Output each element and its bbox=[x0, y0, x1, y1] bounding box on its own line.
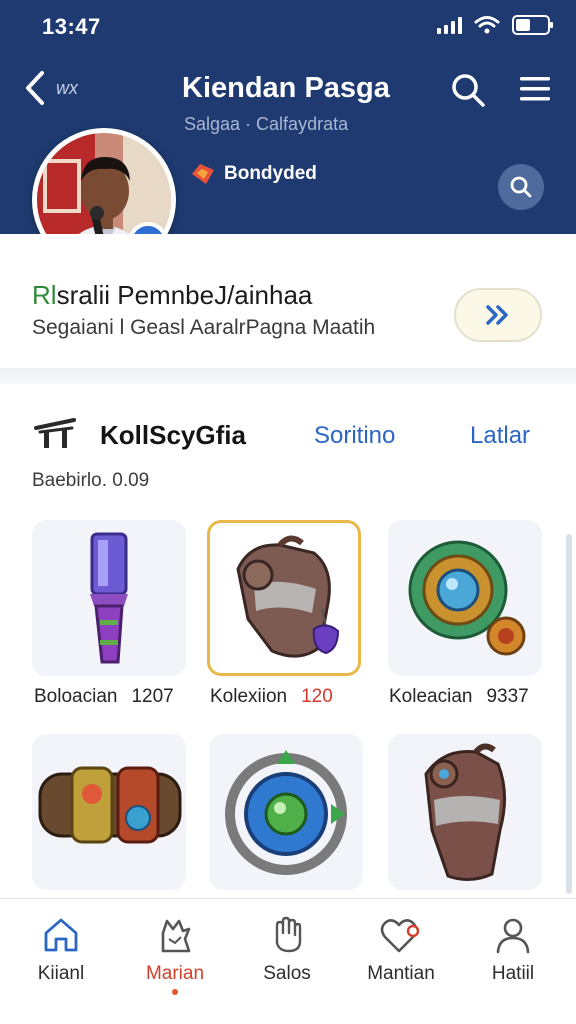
status-bar: 13:47 bbox=[0, 0, 576, 50]
item-name: Kolexiion bbox=[210, 686, 288, 707]
nav-label: Kiianl bbox=[37, 963, 85, 984]
brand-logo-icon bbox=[192, 164, 214, 184]
item-card-orb-ring[interactable] bbox=[209, 734, 363, 890]
scrollbar[interactable] bbox=[566, 534, 572, 894]
back-label: wx bbox=[56, 77, 78, 98]
nav-item-salos[interactable]: Salos bbox=[232, 915, 342, 985]
wifi-icon bbox=[474, 16, 500, 34]
double-chevron-right-icon bbox=[486, 305, 508, 325]
bottom-nav: Kiianl Marian Salos Mantian Hatiil bbox=[0, 898, 576, 1024]
section-divider bbox=[0, 368, 576, 384]
profile-name-rest: sralii PemnbeJ/ainhaa bbox=[56, 280, 313, 310]
status-time: 13:47 bbox=[42, 14, 101, 39]
profile-name-initial: Rl bbox=[32, 280, 57, 310]
profile-info: Rlsralii PemnbeJ/ainhaa Segaiani l Geasl… bbox=[0, 234, 576, 374]
nav-item-hatiil[interactable]: Hatiil bbox=[458, 915, 568, 985]
page-title: Kiendan Pasga bbox=[182, 72, 390, 104]
profile-description: Segaiani l Geasl AaralrPagna Maatih bbox=[32, 316, 376, 339]
search-button[interactable] bbox=[450, 72, 486, 113]
gem-shield-icon bbox=[408, 540, 526, 656]
person-icon bbox=[496, 918, 530, 954]
nav-label: Hatiil bbox=[491, 963, 535, 984]
crystal-wand-icon bbox=[90, 532, 128, 664]
item-card-gem-shield[interactable] bbox=[388, 520, 542, 676]
nav-item-mantian[interactable]: Mantian bbox=[346, 915, 456, 985]
nav-label: Mantian bbox=[367, 963, 435, 984]
hamburger-menu-icon bbox=[520, 77, 550, 101]
collection-subtitle: Baebirlo. 0.09 bbox=[32, 470, 150, 491]
back-button[interactable]: wx bbox=[24, 70, 78, 106]
orb-ring-icon bbox=[225, 750, 347, 875]
nav-label: Marian bbox=[145, 963, 205, 984]
nav-label: Salos bbox=[263, 963, 311, 984]
armor-gauntlet-icon bbox=[236, 535, 340, 658]
heart-icon bbox=[380, 919, 420, 953]
tab-sorting[interactable]: Soritino bbox=[314, 422, 395, 450]
hand-icon bbox=[275, 916, 302, 953]
brand-tag: Bondyded bbox=[188, 160, 317, 188]
item-card-armor-gauntlet[interactable] bbox=[207, 520, 361, 676]
collection-icon bbox=[34, 414, 78, 455]
header-search-button[interactable] bbox=[498, 164, 544, 210]
item-card-crystal-wand[interactable] bbox=[32, 520, 186, 676]
item-value: 9337 bbox=[486, 686, 529, 707]
menu-button[interactable] bbox=[518, 74, 552, 109]
status-icons bbox=[437, 14, 554, 36]
armor-boot-icon bbox=[424, 743, 507, 881]
search-icon bbox=[452, 74, 485, 107]
collection-title: KollScyGfia bbox=[100, 420, 246, 450]
item-name: Koleacian bbox=[389, 686, 473, 707]
item-label: Koleacian 9337 bbox=[389, 686, 529, 708]
cat-icon bbox=[161, 919, 191, 953]
item-label: Boloacian 1207 bbox=[34, 686, 174, 708]
search-icon bbox=[510, 176, 532, 198]
home-icon bbox=[44, 918, 78, 952]
nav-item-home[interactable]: Kiianl bbox=[6, 915, 116, 985]
item-card-barrel-cannon[interactable] bbox=[32, 734, 186, 890]
forward-button[interactable] bbox=[454, 288, 542, 342]
collection-section: KollScyGfia Soritino Latlar Baebirlo. 0.… bbox=[0, 384, 576, 900]
page-subtitle: Salgaa · Calfaydrata bbox=[184, 114, 349, 134]
item-label: Kolexiion 120 bbox=[210, 686, 333, 708]
item-value: 1207 bbox=[131, 686, 174, 707]
item-card-armor-boot[interactable] bbox=[388, 734, 542, 890]
battery-icon bbox=[512, 15, 553, 35]
barrel-cannon-icon bbox=[38, 766, 182, 844]
tab-latest[interactable]: Latlar bbox=[470, 422, 530, 450]
profile-header: 13:47 wx Kiendan Pasga Salgaa · Calfaydr… bbox=[0, 0, 576, 272]
item-name: Boloacian bbox=[34, 686, 118, 707]
profile-name: Rlsralii PemnbeJ/ainhaa bbox=[32, 280, 312, 311]
signal-icon bbox=[437, 16, 462, 34]
item-value: 120 bbox=[301, 686, 333, 707]
chevron-left-icon bbox=[26, 71, 44, 105]
brand-label: Bondyded bbox=[224, 163, 317, 184]
nav-item-marian[interactable]: Marian bbox=[120, 915, 230, 995]
active-indicator bbox=[172, 989, 178, 995]
